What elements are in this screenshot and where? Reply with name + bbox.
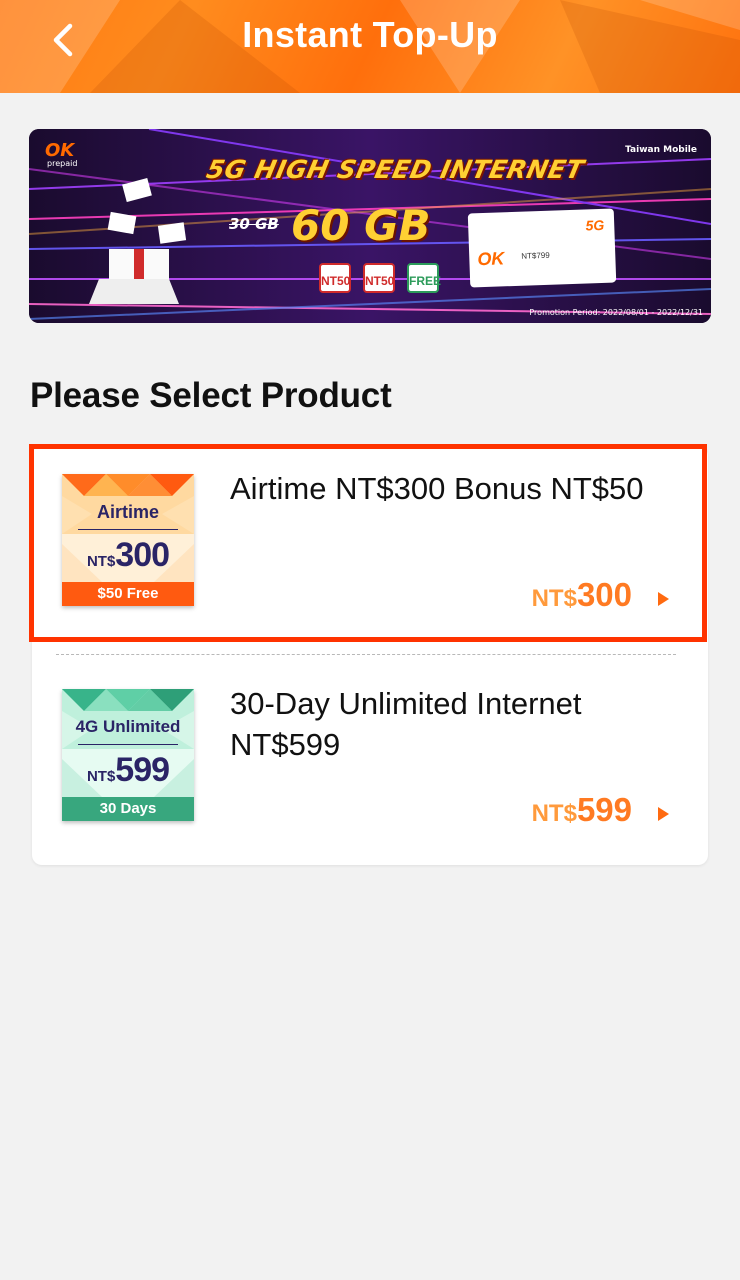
ok-logo-sub: prepaid: [47, 159, 78, 168]
ok-logo: OK: [45, 140, 75, 161]
thumbnail-price: NT$599: [62, 751, 194, 790]
thumbnail-divider: [78, 529, 178, 530]
product-list: Airtime NT$300 $50 Free Airtime NT$300 B…: [29, 444, 708, 865]
caret-right-icon: [658, 592, 669, 606]
section-title: Please Select Product: [30, 376, 392, 415]
caret-right-icon: [658, 807, 669, 821]
thumbnail-currency: NT$: [86, 553, 116, 570]
product-thumbnail: Airtime NT$300 $50 Free: [62, 474, 194, 606]
carrier-name: Taiwan Mobile: [625, 145, 697, 155]
promo-banner[interactable]: OK prepaid Taiwan Mobile 5G HIGH SPEED I…: [29, 129, 711, 323]
thumbnail-label: Airtime: [96, 502, 159, 522]
thumbnail-footer: 30 Days: [62, 797, 194, 821]
banner-badge: NT50: [363, 263, 395, 293]
app-header: Instant Top-Up: [0, 0, 740, 93]
banner-headline: 5G HIGH SPEED INTERNET: [203, 155, 587, 184]
product-price: NT$300: [532, 576, 632, 614]
product-thumbnail: 4G Unlimited NT$599 30 Days: [62, 689, 194, 821]
item-divider: [56, 654, 676, 655]
promotion-period: Promotion Period: 2022/08/01 - 2022/12/3…: [529, 308, 703, 317]
banner-badge: NT50: [319, 263, 351, 293]
thumbnail-price: NT$300: [62, 536, 194, 575]
banner-old-amount: 30 GB: [229, 215, 279, 233]
thumbnail-divider: [78, 744, 178, 745]
card-price: NT$799: [521, 250, 550, 261]
thumbnail-footer: $50 Free: [62, 582, 194, 606]
product-item-unlimited-internet[interactable]: 4G Unlimited NT$599 30 Days 30-Day Unlim…: [32, 661, 708, 861]
product-item-airtime[interactable]: Airtime NT$300 $50 Free Airtime NT$300 B…: [29, 444, 708, 646]
banner-new-amount: 60 GB: [291, 201, 431, 250]
banner-badge: FREE: [407, 263, 441, 293]
sim-card-image: 5G OK NT$799: [467, 208, 617, 288]
thumbnail-amount: 599: [115, 751, 170, 789]
card-5g-label: 5G: [585, 216, 605, 234]
product-name: 30-Day Unlimited Internet NT$599: [230, 686, 582, 762]
page-title: Instant Top-Up: [242, 14, 498, 55]
product-name: Airtime NT$300 Bonus NT$50: [230, 471, 644, 506]
price-amount: 300: [576, 576, 632, 613]
thumbnail-label: 4G Unlimited: [75, 717, 181, 736]
price-currency: NT$: [531, 800, 577, 827]
card-ok-logo: OK: [477, 248, 505, 270]
thumbnail-amount: 300: [115, 536, 170, 574]
thumbnail-currency: NT$: [86, 768, 116, 785]
price-amount: 599: [576, 791, 632, 828]
product-price: NT$599: [532, 791, 632, 829]
price-currency: NT$: [531, 585, 577, 612]
